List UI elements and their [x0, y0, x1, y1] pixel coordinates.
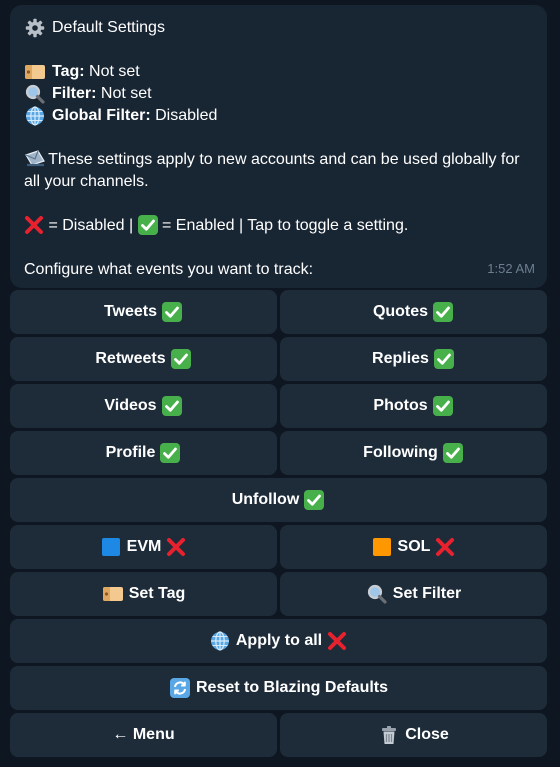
tag-line: Tag: Not set	[24, 61, 533, 83]
keyboard-row: Apply to all	[10, 619, 547, 663]
quotes-label: Quotes	[372, 303, 429, 320]
global-filter-label: Global Filter:	[52, 107, 151, 124]
unfollow-label: Unfollow	[231, 491, 300, 508]
keyboard-row: Profile Following	[10, 431, 547, 475]
info-paragraph: These settings apply to new accounts and…	[24, 149, 533, 193]
menu-button[interactable]: ← Menu	[10, 713, 277, 757]
menu-label: ← Menu	[112, 726, 175, 743]
global-filter-value: Disabled	[155, 107, 218, 124]
info-text: These settings apply to new accounts and…	[24, 151, 520, 190]
keyboard-row: Reset to Blazing Defaults	[10, 666, 547, 710]
inline-keyboard: Tweets Quotes Retweets Replies Videos Ph…	[10, 290, 547, 760]
apply-to-all-label: Apply to all	[235, 632, 323, 649]
check-mark-icon	[170, 348, 192, 370]
unfollow-toggle-button[interactable]: Unfollow	[10, 478, 547, 522]
check-mark-icon	[432, 395, 454, 417]
filter-value: Not set	[100, 85, 152, 102]
cross-mark-icon	[165, 536, 187, 558]
orange-square-icon	[371, 536, 393, 558]
check-mark-icon	[138, 215, 158, 233]
check-mark-icon	[432, 301, 454, 323]
set-filter-button[interactable]: Set Filter	[280, 572, 547, 616]
reset-defaults-button[interactable]: Reset to Blazing Defaults	[10, 666, 547, 710]
following-toggle-button[interactable]: Following	[280, 431, 547, 475]
cross-mark-icon	[326, 630, 348, 652]
check-mark-icon	[161, 395, 183, 417]
envelope-icon	[24, 149, 44, 167]
trash-icon	[378, 724, 400, 746]
tag-icon	[24, 62, 46, 82]
filter-line: Filter: Not set	[24, 83, 533, 105]
close-button[interactable]: Close	[280, 713, 547, 757]
check-mark-icon	[433, 348, 455, 370]
keyboard-row: ← Menu Close	[10, 713, 547, 757]
blue-square-icon	[100, 536, 122, 558]
keyboard-row: Set Tag Set Filter	[10, 572, 547, 616]
following-label: Following	[363, 444, 438, 461]
message-timestamp: 1:52 AM	[487, 261, 535, 276]
message-title: Default Settings	[52, 19, 165, 36]
photos-label: Photos	[373, 397, 428, 414]
check-mark-icon	[161, 301, 183, 323]
cross-mark-icon	[24, 215, 44, 233]
replies-label: Replies	[372, 350, 429, 367]
quotes-toggle-button[interactable]: Quotes	[280, 290, 547, 334]
legend-enabled-text: = Enabled | Tap to toggle a setting.	[162, 217, 409, 234]
retweets-label: Retweets	[95, 350, 166, 367]
videos-toggle-button[interactable]: Videos	[10, 384, 277, 428]
set-filter-label: Set Filter	[392, 585, 462, 602]
globe-icon	[209, 630, 231, 652]
magnifier-icon	[24, 84, 46, 104]
filter-label: Filter:	[52, 85, 97, 102]
tweets-toggle-button[interactable]: Tweets	[10, 290, 277, 334]
sol-toggle-button[interactable]: SOL	[280, 525, 547, 569]
set-tag-label: Set Tag	[128, 585, 186, 602]
photos-toggle-button[interactable]: Photos	[280, 384, 547, 428]
magnifier-icon	[366, 583, 388, 605]
retweets-toggle-button[interactable]: Retweets	[10, 337, 277, 381]
keyboard-row: EVM SOL	[10, 525, 547, 569]
configure-text: Configure what events you want to track:	[24, 261, 314, 278]
replies-toggle-button[interactable]: Replies	[280, 337, 547, 381]
sol-label: SOL	[397, 538, 431, 555]
globe-icon	[24, 106, 46, 126]
message-title-line: Default Settings	[24, 17, 533, 39]
gear-icon	[24, 18, 46, 38]
close-label: Close	[405, 726, 449, 743]
keyboard-row: Tweets Quotes	[10, 290, 547, 334]
legend-disabled-text: = Disabled |	[48, 217, 134, 234]
check-mark-icon	[442, 442, 464, 464]
check-mark-icon	[159, 442, 181, 464]
cross-mark-icon	[434, 536, 456, 558]
global-filter-line: Global Filter: Disabled	[24, 105, 533, 127]
tag-label: Tag:	[52, 63, 85, 80]
reset-defaults-label: Reset to Blazing Defaults	[195, 679, 389, 696]
evm-toggle-button[interactable]: EVM	[10, 525, 277, 569]
set-tag-button[interactable]: Set Tag	[10, 572, 277, 616]
keyboard-row: Retweets Replies	[10, 337, 547, 381]
keyboard-row: Unfollow	[10, 478, 547, 522]
keyboard-row: Videos Photos	[10, 384, 547, 428]
apply-to-all-button[interactable]: Apply to all	[10, 619, 547, 663]
tweets-label: Tweets	[103, 303, 158, 320]
profile-toggle-button[interactable]: Profile	[10, 431, 277, 475]
settings-message: Default Settings Tag: Not set Filter: No…	[10, 5, 547, 288]
videos-label: Videos	[104, 397, 157, 414]
refresh-icon	[169, 677, 191, 699]
tag-value: Not set	[89, 63, 140, 80]
evm-label: EVM	[126, 538, 162, 555]
legend-line: = Disabled | = Enabled | Tap to toggle a…	[24, 215, 533, 237]
profile-label: Profile	[105, 444, 156, 461]
check-mark-icon	[303, 489, 325, 511]
tag-icon	[102, 583, 124, 605]
